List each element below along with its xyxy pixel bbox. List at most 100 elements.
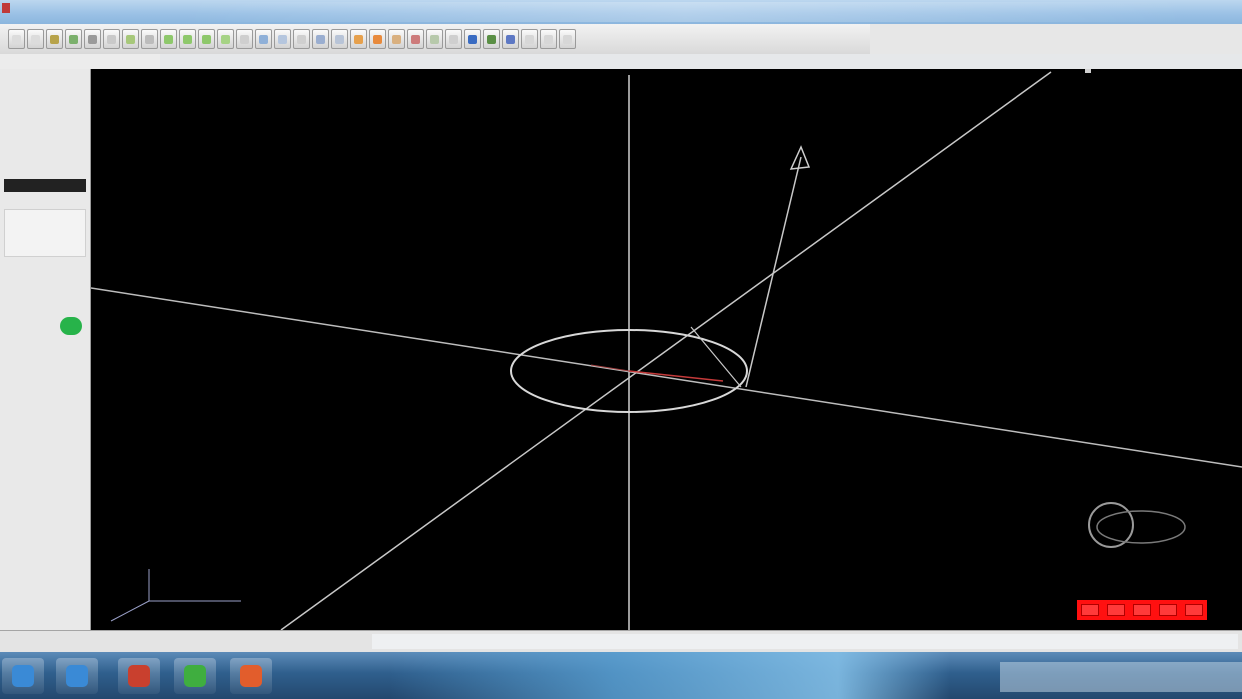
status-bar-field: [372, 634, 1238, 649]
radius-line-back: [590, 364, 630, 372]
view-icon: [221, 34, 230, 44]
vector-line: [745, 156, 802, 388]
view-icon: [354, 34, 363, 44]
toolbar-button[interactable]: [350, 29, 367, 49]
app-icon: [128, 665, 150, 687]
status-cell: [1185, 604, 1203, 616]
tree-item[interactable]: [4, 102, 86, 115]
gizmo-z-axis: [110, 600, 150, 622]
view-icon: [487, 34, 496, 44]
toolbar-button[interactable]: [521, 29, 538, 49]
taskbar-app-button[interactable]: [174, 658, 216, 694]
taskbar-app-button[interactable]: [118, 658, 160, 694]
panel-menu-strip: [0, 54, 160, 69]
view-icon: [392, 34, 401, 44]
system-tray[interactable]: [1000, 662, 1242, 692]
toolbar-button[interactable]: [179, 29, 196, 49]
tree-item[interactable]: [4, 116, 86, 129]
left-panel: [0, 69, 91, 630]
toolbar-button[interactable]: [27, 29, 44, 49]
taskbar-app-button[interactable]: [56, 658, 98, 694]
view-icon: [202, 34, 211, 44]
view-icon: [373, 34, 382, 44]
status-bar: [0, 630, 1242, 652]
tree-item[interactable]: [4, 73, 86, 86]
status-indicator-icon[interactable]: [60, 317, 82, 335]
toolbar-button[interactable]: [312, 29, 329, 49]
toolbar-button[interactable]: [122, 29, 139, 49]
view-icon: [544, 34, 553, 44]
toolbar-button[interactable]: [141, 29, 158, 49]
toolbar-button[interactable]: [103, 29, 120, 49]
toolbar-button[interactable]: [445, 29, 462, 49]
tree-item[interactable]: [4, 144, 86, 157]
toolbar-button[interactable]: [8, 29, 25, 49]
page-icon: [31, 34, 40, 44]
view-icon: [525, 34, 534, 44]
option-label[interactable]: [4, 365, 86, 378]
view-icon: [430, 34, 439, 44]
view-icon: [183, 34, 192, 44]
toolbar-button[interactable]: [464, 29, 481, 49]
tree-item[interactable]: [4, 87, 86, 100]
app-icon: [184, 665, 206, 687]
option-label[interactable]: [4, 337, 86, 350]
toolbar-button[interactable]: [540, 29, 557, 49]
menu-strip-gap: [160, 54, 1242, 69]
axis-tick: [1085, 69, 1091, 73]
toolbar-button[interactable]: [407, 29, 424, 49]
toolbar-button[interactable]: [46, 29, 63, 49]
option-label[interactable]: [4, 351, 86, 364]
toolbar-button[interactable]: [483, 29, 500, 49]
navigation-widget-icon[interactable]: [1088, 502, 1134, 548]
option-label[interactable]: [4, 409, 86, 422]
toolbar-button[interactable]: [236, 29, 253, 49]
taskbar-background: [390, 652, 950, 699]
toolbar-button[interactable]: [426, 29, 443, 49]
start-button[interactable]: [2, 658, 44, 694]
toolbar-button[interactable]: [369, 29, 386, 49]
tree-item-selected[interactable]: [4, 179, 86, 192]
option-label: [4, 299, 86, 312]
taskbar-app-button[interactable]: [230, 658, 272, 694]
toolbar-button[interactable]: [274, 29, 291, 49]
title-bar-glow: [180, 2, 1190, 22]
toolbar-empty-area: [870, 24, 1242, 54]
toolbar-button[interactable]: [160, 29, 177, 49]
render-status-bar[interactable]: [1077, 600, 1207, 620]
toolbar-button[interactable]: [502, 29, 519, 49]
browser-icon: [66, 665, 88, 687]
toolbar-buttons: [8, 27, 868, 51]
diagonal-axis-line: [280, 71, 1052, 630]
tool-icon: [50, 34, 59, 44]
view-icon: [107, 34, 116, 44]
option-label[interactable]: [4, 395, 86, 408]
status-cell: [1081, 604, 1099, 616]
view-icon: [297, 34, 306, 44]
toolbar-button[interactable]: [65, 29, 82, 49]
navigation-ring[interactable]: [1096, 510, 1186, 544]
cube-icon: [88, 34, 97, 44]
toolbar-button[interactable]: [255, 29, 272, 49]
option-label[interactable]: [4, 381, 86, 394]
toolbar-button[interactable]: [293, 29, 310, 49]
view-icon: [145, 34, 154, 44]
toolbar-button[interactable]: [331, 29, 348, 49]
tree-item[interactable]: [4, 195, 86, 208]
tree-item[interactable]: [4, 158, 86, 171]
property-box: [4, 209, 86, 257]
toolbar-button[interactable]: [559, 29, 576, 49]
status-cell: [1133, 604, 1151, 616]
toolbar-button[interactable]: [198, 29, 215, 49]
toolbar-button[interactable]: [217, 29, 234, 49]
tree-item[interactable]: [4, 130, 86, 143]
view-icon: [316, 34, 325, 44]
view-icon: [411, 34, 420, 44]
option-label: [4, 259, 86, 272]
option-label[interactable]: [4, 447, 86, 460]
toolbar-button[interactable]: [84, 29, 101, 49]
3d-viewport[interactable]: [91, 69, 1242, 630]
toolbar-button[interactable]: [388, 29, 405, 49]
horizontal-axis-line: [91, 287, 1242, 468]
app-icon[interactable]: [2, 3, 10, 13]
